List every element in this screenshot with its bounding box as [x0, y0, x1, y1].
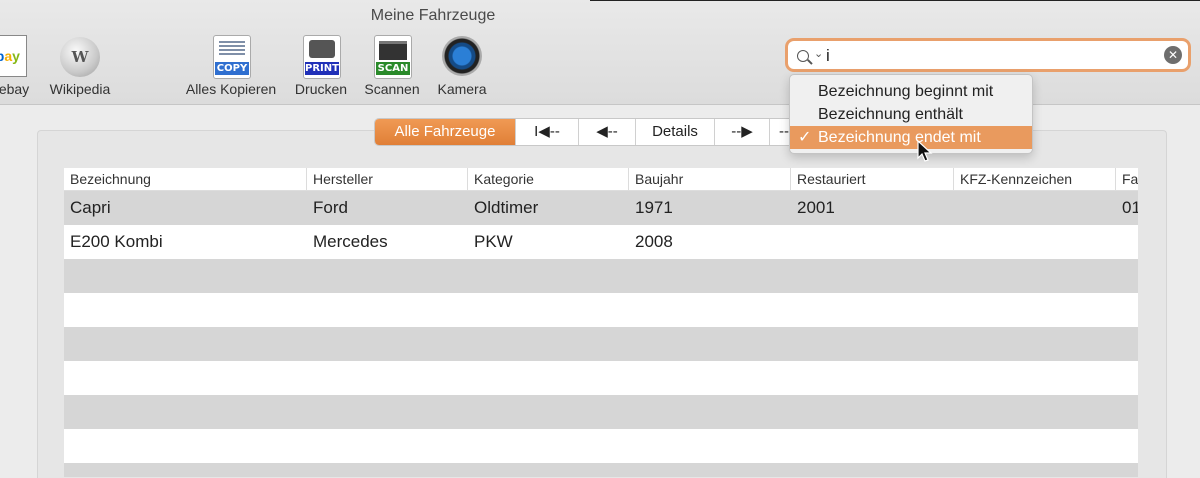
search-icon[interactable]	[797, 47, 809, 65]
search-options-menu: Bezeichnung beginnt mit Bezeichnung enth…	[789, 74, 1033, 154]
toolbar-ebay-button[interactable]: ebay ebay	[0, 35, 42, 97]
top-edge-line	[590, 0, 1200, 1]
toolbar-print-button[interactable]: PRINT Drucken	[290, 35, 352, 97]
toolbar-copy-button[interactable]: COPY Alles Kopieren	[181, 35, 281, 97]
mouse-cursor-icon	[917, 140, 933, 162]
menu-item-begins-with[interactable]: Bezeichnung beginnt mit	[790, 80, 1032, 103]
table-row-empty[interactable]	[64, 395, 1138, 429]
table-cell: PKW	[474, 232, 513, 251]
checkmark-icon: ✓	[798, 129, 812, 146]
table-cell: E200 Kombi	[70, 232, 163, 251]
wikipedia-icon: W	[59, 35, 101, 79]
table-row[interactable]: Capri Ford Oldtimer 1971 2001 01	[64, 191, 1138, 225]
menu-item-ends-with[interactable]: ✓ Bezeichnung endet mit	[790, 126, 1032, 149]
column-header-bezeichnung[interactable]: Bezeichnung	[64, 168, 307, 190]
column-header-baujahr[interactable]: Baujahr	[629, 168, 791, 190]
table-cell: 01	[1122, 198, 1138, 217]
table-row-empty[interactable]	[64, 293, 1138, 327]
print-icon: PRINT	[300, 35, 342, 79]
table-cell: Oldtimer	[474, 198, 539, 217]
navigation-segmented-control: Alle Fahrzeuge I◀-- ◀-- Details --▶ --	[374, 118, 799, 146]
segment-next[interactable]: --▶	[715, 119, 770, 145]
table-cell	[1116, 225, 1138, 259]
column-header-restauriert[interactable]: Restauriert	[791, 168, 954, 190]
table-cell: 2008	[635, 232, 673, 251]
table-row-empty[interactable]	[64, 259, 1138, 293]
table-row[interactable]: E200 Kombi Mercedes PKW 2008	[64, 225, 1138, 259]
table-cell	[954, 225, 1116, 259]
menu-item-label: Bezeichnung endet mit	[818, 129, 981, 146]
table-cell: 2001	[797, 198, 835, 217]
toolbar-camera-button[interactable]: Kamera	[432, 35, 492, 97]
toolbar-label: Kamera	[437, 81, 487, 97]
camera-icon	[441, 35, 483, 79]
search-focus-ring: ⌄ i ✕	[785, 38, 1191, 72]
vehicle-table: Bezeichnung Hersteller Kategorie Baujahr…	[64, 168, 1138, 477]
toolbar-label: Alles Kopieren	[185, 81, 277, 97]
table-cell: 1971	[635, 198, 673, 217]
toolbar-label: Drucken	[294, 81, 348, 97]
toolbar-wikipedia-button[interactable]: W Wikipedia	[44, 35, 116, 97]
column-header-kategorie[interactable]: Kategorie	[468, 168, 629, 190]
table-header: Bezeichnung Hersteller Kategorie Baujahr…	[64, 168, 1138, 191]
table-row-empty[interactable]	[64, 361, 1138, 395]
menu-item-contains[interactable]: Bezeichnung enthält	[790, 103, 1032, 126]
copy-icon: COPY	[210, 35, 252, 79]
table-cell: Ford	[313, 198, 348, 217]
segment-details[interactable]: Details	[636, 119, 715, 145]
column-header-hersteller[interactable]: Hersteller	[307, 168, 468, 190]
table-cell: Capri	[70, 198, 111, 217]
table-row-empty[interactable]	[64, 463, 1138, 477]
table-cell	[791, 225, 954, 259]
search-input[interactable]: ⌄ i ✕	[788, 41, 1188, 69]
menu-item-label: Bezeichnung enthält	[818, 106, 963, 123]
column-header-kfz-kennzeichen[interactable]: KFZ-Kennzeichen	[954, 168, 1116, 190]
column-header-fa[interactable]: Fa	[1116, 168, 1138, 190]
toolbar-label: Wikipedia	[49, 81, 111, 97]
table-row-empty[interactable]	[64, 327, 1138, 361]
segment-all-vehicles[interactable]: Alle Fahrzeuge	[375, 119, 516, 145]
scan-icon: SCAN	[371, 35, 413, 79]
toolbar-label: Scannen	[364, 81, 420, 97]
segment-previous[interactable]: ◀--	[579, 119, 636, 145]
search-value[interactable]: i	[826, 46, 830, 66]
window-title: Meine Fahrzeuge	[370, 7, 496, 24]
table-cell	[954, 191, 1116, 225]
chevron-down-icon[interactable]: ⌄	[814, 47, 823, 60]
table-cell: Mercedes	[313, 232, 388, 251]
clear-search-button[interactable]: ✕	[1164, 46, 1182, 64]
table-row-empty[interactable]	[64, 429, 1138, 463]
toolbar-label: ebay	[0, 81, 30, 97]
menu-item-label: Bezeichnung beginnt mit	[818, 83, 994, 100]
ebay-icon: ebay	[0, 35, 35, 79]
toolbar-scan-button[interactable]: SCAN Scannen	[361, 35, 423, 97]
segment-first[interactable]: I◀--	[516, 119, 579, 145]
